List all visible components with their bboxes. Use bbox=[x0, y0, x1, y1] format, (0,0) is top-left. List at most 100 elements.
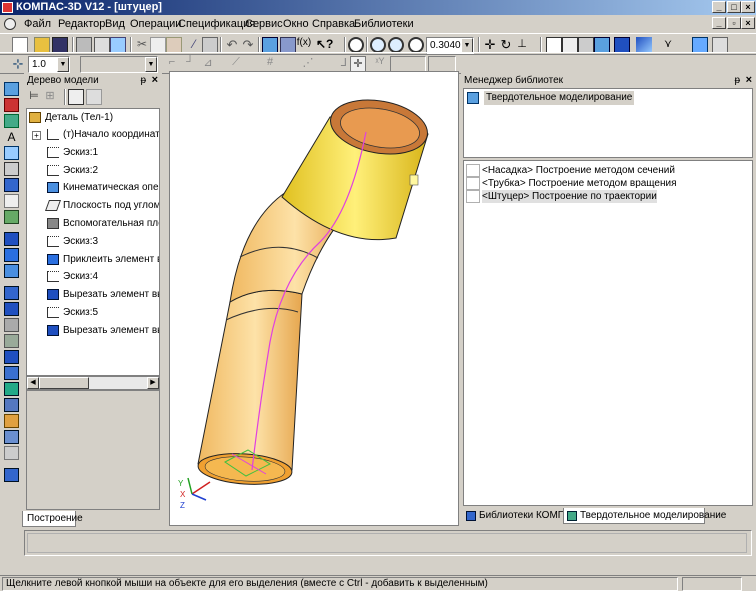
measure-icon[interactable] bbox=[4, 162, 19, 176]
close-icon[interactable]: × bbox=[746, 73, 752, 88]
orient-grid-icon[interactable]: ⌐ bbox=[164, 56, 180, 72]
menu-libraries[interactable]: Библиотеки bbox=[354, 15, 414, 33]
tab-kompas-libraries[interactable]: Библиотеки КОМПАС bbox=[463, 508, 579, 524]
xy-icon[interactable]: ᵡY bbox=[372, 56, 388, 72]
grid-icon[interactable]: # bbox=[262, 56, 278, 72]
list-item[interactable]: <Штуцер> Построение по траектории bbox=[464, 190, 750, 203]
menu-specification[interactable]: Спецификация bbox=[178, 15, 255, 33]
pin-icon[interactable]: ᵽ bbox=[734, 73, 740, 88]
close-button[interactable]: × bbox=[741, 1, 755, 13]
libraries-icon[interactable] bbox=[712, 37, 728, 53]
filter-icon[interactable]: ⋎ bbox=[660, 37, 676, 53]
model-canvas[interactable]: Y X Z bbox=[170, 72, 460, 527]
table-icon[interactable] bbox=[202, 37, 218, 53]
aux-geometry-icon[interactable] bbox=[4, 446, 19, 460]
pin-icon[interactable]: ᵽ bbox=[140, 73, 146, 88]
modify-icon[interactable] bbox=[4, 210, 19, 224]
local-cs-icon[interactable]: ⊹ bbox=[10, 56, 26, 72]
menu-file[interactable]: Файл bbox=[24, 15, 51, 33]
shaded-edges-icon[interactable] bbox=[614, 37, 630, 53]
chevron-down-icon[interactable]: ▼ bbox=[145, 57, 157, 72]
cut-tool-icon[interactable] bbox=[4, 286, 19, 300]
scroll-thumb[interactable] bbox=[39, 377, 89, 389]
item-checkbox[interactable] bbox=[466, 164, 480, 177]
scroll-left-icon[interactable]: ◀ bbox=[27, 377, 39, 389]
tree-filter-icon[interactable] bbox=[86, 89, 102, 105]
doc-close-button[interactable]: × bbox=[741, 17, 755, 29]
paste-icon[interactable] bbox=[166, 37, 182, 53]
doc-menu-icon[interactable] bbox=[4, 18, 16, 30]
perspective-icon[interactable] bbox=[636, 37, 652, 53]
variables-icon[interactable] bbox=[280, 37, 296, 53]
dimension-icon[interactable] bbox=[4, 98, 19, 112]
text-tool-icon[interactable]: A bbox=[4, 130, 19, 144]
properties-icon[interactable] bbox=[110, 37, 126, 53]
param-tool-icon[interactable] bbox=[4, 114, 19, 128]
copy-icon[interactable] bbox=[150, 37, 166, 53]
spec-icon[interactable] bbox=[4, 178, 19, 192]
mirror-icon[interactable] bbox=[4, 398, 19, 412]
menu-view[interactable]: Вид bbox=[105, 15, 125, 33]
hidden-lines-icon[interactable] bbox=[562, 37, 578, 53]
maximize-button[interactable]: □ bbox=[727, 1, 741, 13]
tree-view-icon[interactable] bbox=[68, 89, 84, 105]
open-folder-icon[interactable] bbox=[34, 37, 50, 53]
wireframe-icon[interactable] bbox=[546, 37, 562, 53]
zoom-window-icon[interactable] bbox=[348, 37, 364, 53]
item-checkbox[interactable] bbox=[466, 190, 480, 203]
close-icon[interactable]: × bbox=[152, 73, 158, 88]
layer-combo[interactable]: ▼ bbox=[80, 56, 158, 73]
shell-icon[interactable] bbox=[4, 334, 19, 348]
menu-window[interactable]: Окно bbox=[283, 15, 309, 33]
zoom-in-icon[interactable] bbox=[370, 37, 386, 53]
menu-edit[interactable]: Редактор bbox=[58, 15, 105, 33]
print-preview-icon[interactable] bbox=[94, 37, 110, 53]
library-tree[interactable]: Твердотельное моделирование bbox=[463, 88, 753, 158]
rib-icon[interactable] bbox=[4, 350, 19, 364]
snap-icon[interactable]: ⋰ bbox=[300, 56, 316, 72]
section-icon[interactable] bbox=[4, 414, 19, 428]
menu-operations[interactable]: Операции bbox=[130, 15, 181, 33]
doc-minimize-button[interactable]: _ bbox=[712, 17, 726, 29]
library-list[interactable]: <Насадка> Построение методом сечений <Тр… bbox=[463, 160, 753, 506]
zoom-scale-icon[interactable] bbox=[408, 37, 424, 53]
chevron-down-icon[interactable]: ▼ bbox=[461, 38, 473, 53]
new-file-icon[interactable] bbox=[12, 37, 28, 53]
tab-construction[interactable]: Построение bbox=[22, 511, 83, 527]
extrude-tool-icon[interactable] bbox=[4, 232, 19, 246]
menu-service[interactable]: Сервис bbox=[245, 15, 283, 33]
select-tool-icon[interactable] bbox=[4, 146, 19, 160]
expand-toggle-icon[interactable]: + bbox=[32, 129, 41, 146]
orientation-icon[interactable]: ⊥ bbox=[514, 37, 530, 53]
list-item[interactable]: <Насадка> Построение методом сечений bbox=[464, 164, 750, 177]
save-icon[interactable] bbox=[52, 37, 68, 53]
redo-icon[interactable]: ↷ bbox=[240, 37, 256, 53]
fix-icon[interactable]: ┘ bbox=[182, 56, 198, 72]
item-checkbox[interactable] bbox=[466, 177, 480, 190]
library-manager-icon[interactable] bbox=[692, 37, 708, 53]
constraint-icon[interactable]: ⊿ bbox=[200, 56, 216, 72]
pan-icon[interactable]: ✛ bbox=[482, 37, 498, 53]
tree-order-icon[interactable]: ⊨ bbox=[26, 89, 42, 105]
rotate-icon[interactable]: ↻ bbox=[498, 37, 514, 53]
tree-structure-icon[interactable]: ⊞ bbox=[42, 89, 58, 105]
doc-restore-button[interactable]: ▫ bbox=[727, 17, 741, 29]
diagnostic-icon[interactable] bbox=[4, 468, 19, 482]
shaded-icon[interactable] bbox=[594, 37, 610, 53]
chamfer-icon[interactable] bbox=[4, 318, 19, 332]
minimize-button[interactable]: _ bbox=[712, 1, 726, 13]
format-painter-icon[interactable]: ⁄ bbox=[186, 37, 202, 53]
param-icon[interactable]: ⟋ bbox=[228, 56, 244, 72]
hole-icon[interactable] bbox=[4, 382, 19, 396]
array-icon[interactable] bbox=[4, 366, 19, 380]
report-icon[interactable] bbox=[4, 194, 19, 208]
print-icon[interactable] bbox=[76, 37, 92, 53]
cursor-coord-icon[interactable]: ✛ bbox=[350, 56, 366, 72]
undo-icon[interactable]: ↶ bbox=[224, 37, 240, 53]
tree-toggle-icon[interactable] bbox=[262, 37, 278, 53]
thin-lines-icon[interactable] bbox=[578, 37, 594, 53]
step-combo[interactable]: 1.0 ▼ bbox=[28, 56, 70, 73]
geometry-icon[interactable] bbox=[4, 82, 19, 96]
help-pointer-icon[interactable]: ↖? bbox=[316, 37, 333, 53]
chevron-down-icon[interactable]: ▼ bbox=[57, 57, 69, 72]
